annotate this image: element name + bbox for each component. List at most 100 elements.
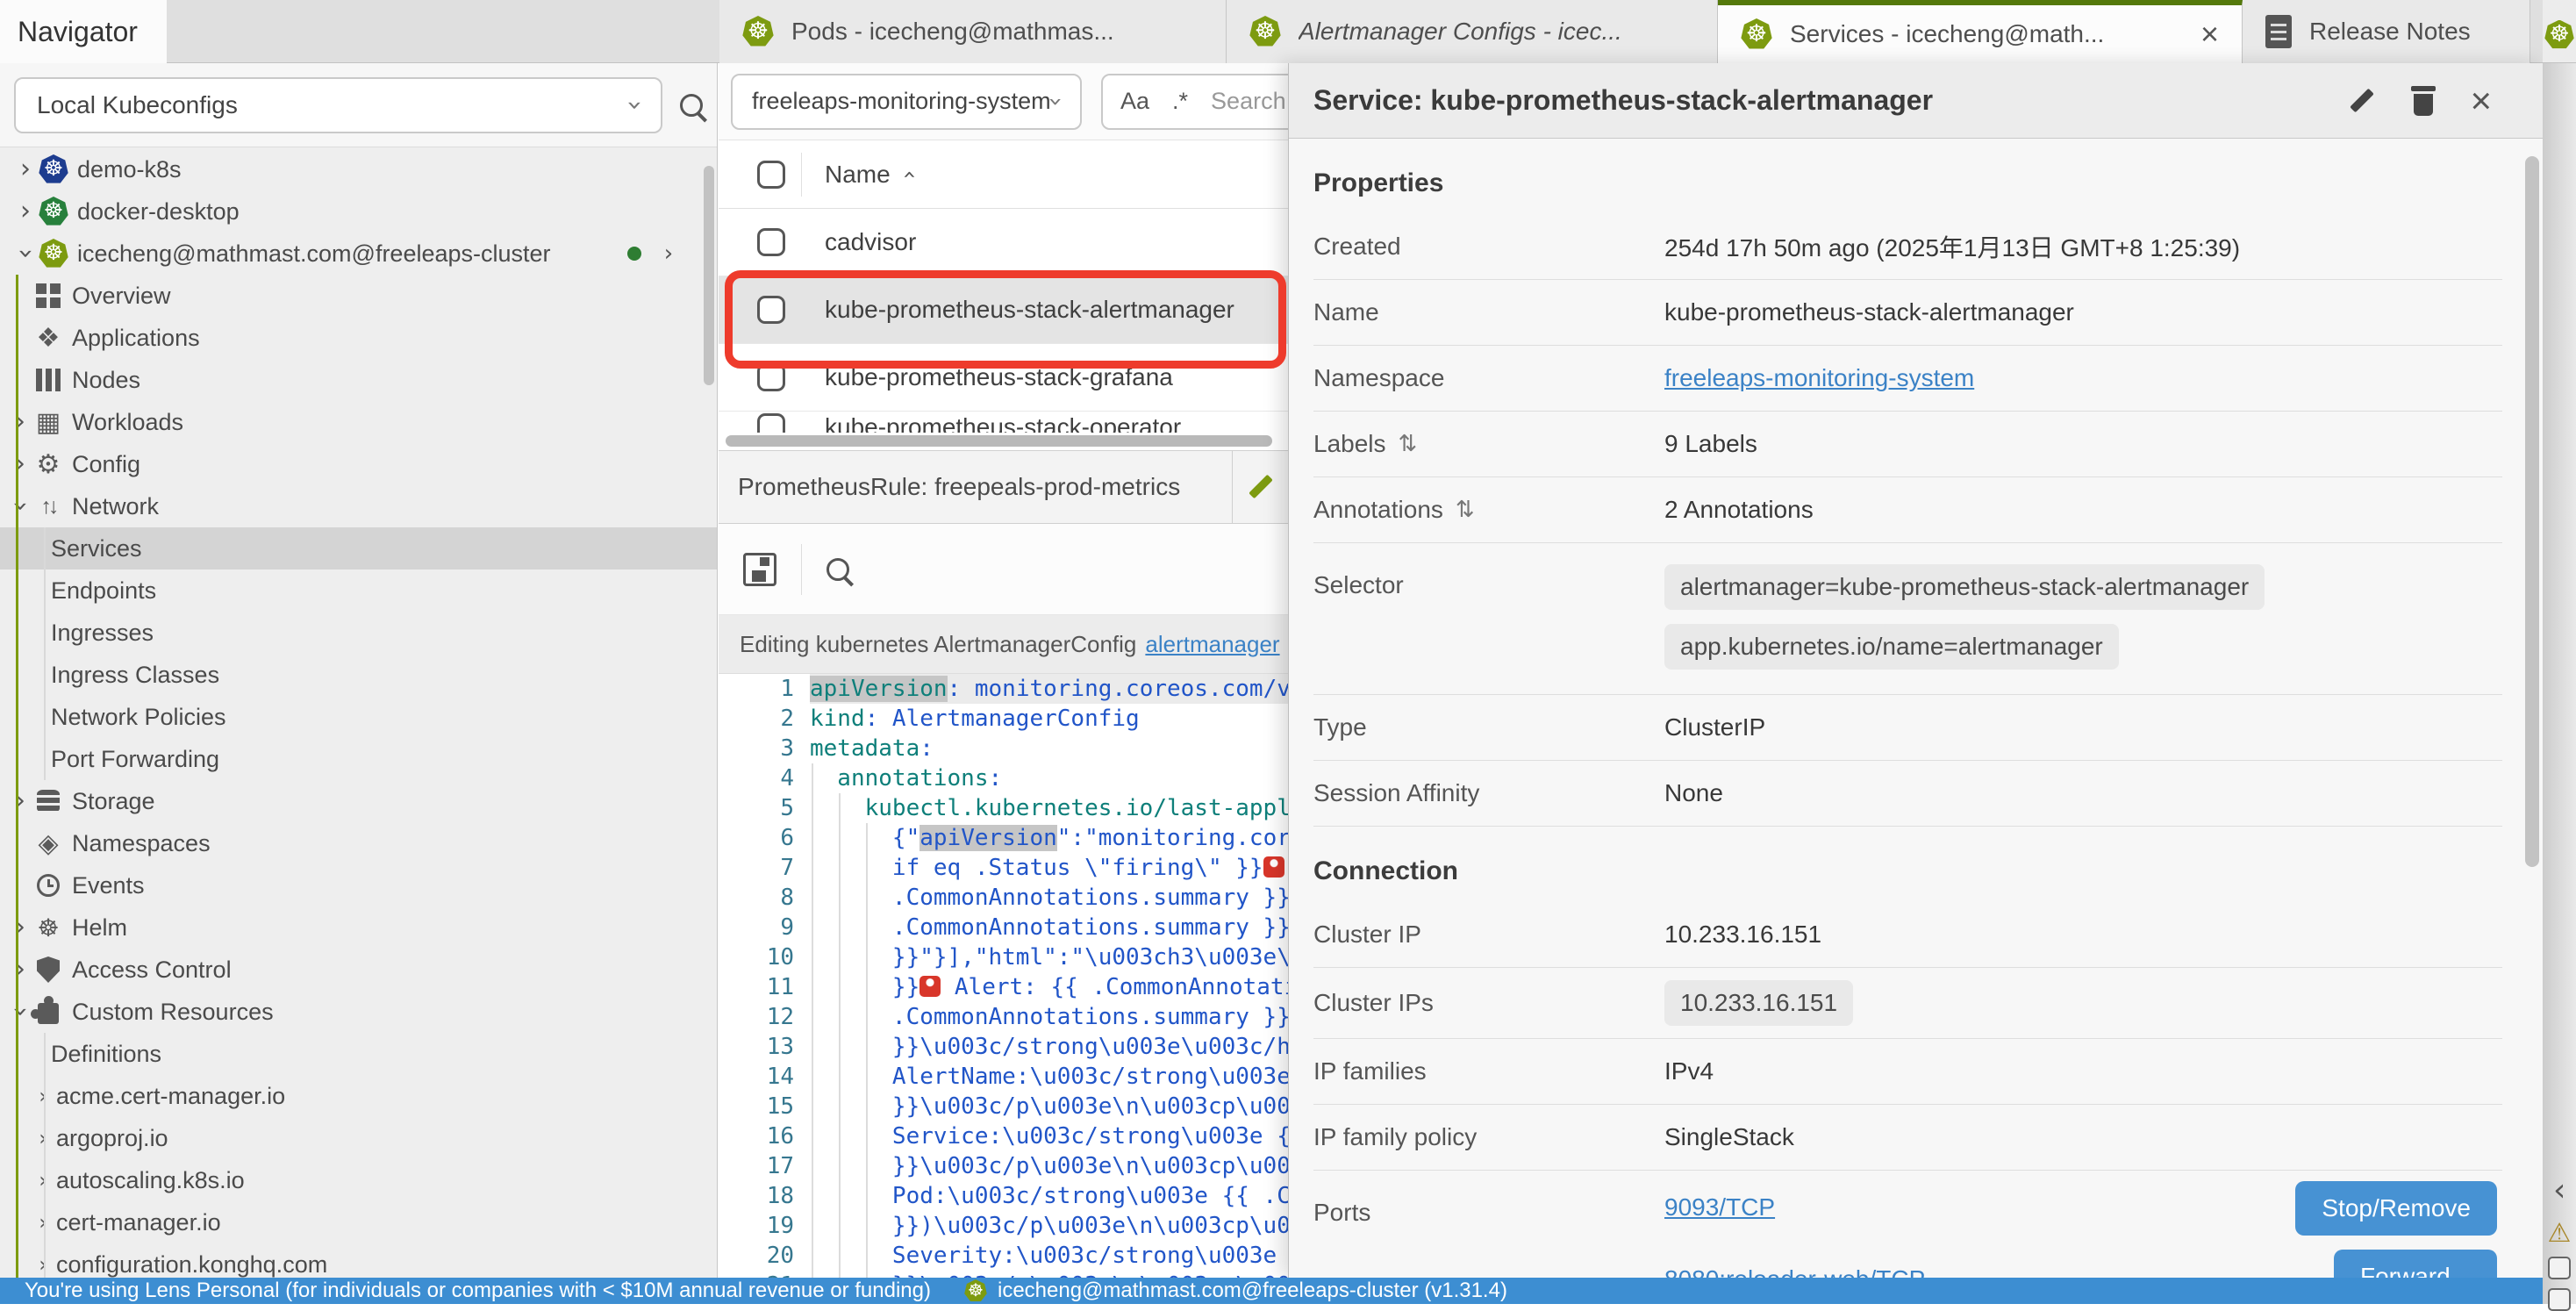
table-row-kube-prometheus-stack-grafana[interactable]: kube-prometheus-stack-grafana [719, 344, 1288, 412]
stop-remove-button[interactable]: Stop/Remove [2295, 1181, 2497, 1236]
cluster-ip-value: 10.233.16.151 [1664, 921, 1821, 949]
search-input[interactable]: Aa .* Search [1101, 74, 1288, 130]
tab-pods[interactable]: ☸Pods - icecheng@mathmas... [719, 0, 1227, 63]
chevron-down-icon[interactable]: › [7, 999, 33, 1025]
scrollbar-thumb[interactable] [704, 166, 714, 385]
editor-search-icon[interactable] [826, 558, 849, 581]
table-row-kube-prometheus-stack-alertmanager[interactable]: kube-prometheus-stack-alertmanager [719, 276, 1288, 344]
chevron-right-icon[interactable]: › [7, 451, 33, 477]
sidebar-item-acme-cert-manager-io[interactable]: ›acme.cert-manager.io [0, 1075, 717, 1117]
sidebar-item-demo-k8s[interactable]: ›☸demo-k8s [0, 148, 717, 190]
namespace-select[interactable]: freeleaps-monitoring-system › [731, 74, 1082, 130]
expand-sort-icon[interactable]: ⇅ [1456, 497, 1475, 523]
row-checkbox[interactable] [757, 363, 785, 391]
horizontal-scrollbar[interactable] [719, 433, 1288, 450]
sidebar-item-nodes[interactable]: Nodes [0, 359, 717, 401]
match-case-icon[interactable]: Aa [1120, 88, 1149, 115]
sidebar-item-docker-desktop[interactable]: ›☸docker-desktop [0, 190, 717, 233]
delete-icon[interactable] [2410, 86, 2436, 116]
sidebar-item-storage[interactable]: ›Storage [0, 780, 717, 822]
sidebar-item-namespaces[interactable]: ◈Namespaces [0, 822, 717, 864]
sidebar-item-applications[interactable]: ❖Applications [0, 317, 717, 359]
alertmanager-config-link[interactable]: alertmanager [1145, 631, 1279, 658]
row-checkbox[interactable] [757, 228, 785, 256]
sidebar-item-ingress-classes[interactable]: Ingress Classes [0, 654, 717, 696]
sidebar-item-configuration-konghq-com[interactable]: ›configuration.konghq.com [0, 1243, 717, 1278]
table-row-cadvisor[interactable]: cadvisor [719, 209, 1288, 276]
sidebar-item-network-policies[interactable]: Network Policies [0, 696, 717, 738]
panel-box-icon[interactable] [2546, 1257, 2572, 1279]
scrollbar-thumb[interactable] [726, 435, 1272, 447]
tab-release-notes[interactable]: Release Notes [2243, 0, 2530, 63]
active-cluster-status[interactable]: ☸ icecheng@mathmast.com@freeleaps-cluste… [964, 1279, 1507, 1303]
table-row-kube-prometheus-stack-operator[interactable]: kube-prometheus-stack-operator [719, 412, 1288, 433]
search-icon[interactable] [680, 94, 703, 117]
tab-services[interactable]: ☸Services - icecheng@math...× [1718, 0, 2243, 63]
sidebar-item-overview[interactable]: Overview [0, 275, 717, 317]
code-line: 16 Service:\u003c/strong\u003e { [719, 1121, 1288, 1151]
storage-icon [37, 790, 60, 813]
sidebar-item-access-control[interactable]: ›Access Control [0, 949, 717, 991]
chevron-right-icon[interactable]: › [30, 1128, 56, 1149]
navigator-panel-tab[interactable]: Navigator [0, 0, 167, 63]
column-header-name[interactable]: Name › [825, 161, 913, 189]
chevron-right-icon[interactable]: › [7, 409, 33, 435]
forward-button[interactable]: Forward... [2334, 1250, 2497, 1278]
chevron-right-icon[interactable]: › [30, 1212, 56, 1233]
scrollbar-thumb[interactable] [2525, 156, 2539, 867]
chevron-right-icon[interactable]: › [30, 1254, 56, 1275]
save-icon[interactable] [743, 553, 776, 586]
row-created: Created 254d 17h 50m ago (2025年1月13日 GMT… [1313, 214, 2502, 280]
sidebar-item-ingresses[interactable]: Ingresses [0, 612, 717, 654]
close-icon[interactable]: × [2470, 82, 2492, 119]
row-checkbox[interactable] [757, 296, 785, 324]
sidebar-item-helm[interactable]: ›☸Helm [0, 906, 717, 949]
chevron-down-icon[interactable]: › [7, 493, 33, 519]
chevron-down-icon[interactable]: › [12, 240, 39, 267]
chevron-right-icon[interactable]: › [30, 1170, 56, 1191]
editor-info-bar: Editing kubernetes AlertmanagerConfig al… [719, 615, 1288, 674]
yaml-editor[interactable]: 1apiVersion: monitoring.coreos.com/v12ki… [719, 674, 1288, 1278]
sidebar-item-freeleaps-cluster[interactable]: ›☸icecheng@mathmast.com@freeleaps-cluste… [0, 233, 717, 275]
chevron-right-icon[interactable]: › [7, 956, 33, 983]
warning-icon[interactable]: ⚠ [2546, 1218, 2572, 1249]
chevron-right-icon[interactable]: › [30, 1085, 56, 1107]
panel-box-icon[interactable] [2546, 1288, 2572, 1311]
sidebar-item-network[interactable]: ›↑↓Network [0, 485, 717, 527]
drawer-scrollbar[interactable] [2523, 147, 2539, 1269]
regex-icon[interactable]: .* [1172, 88, 1188, 115]
tab-alertmanager-configs[interactable]: ☸Alertmanager Configs - icec... [1227, 0, 1718, 63]
sidebar-item-port-forwarding[interactable]: Port Forwarding [0, 738, 717, 780]
sidebar-item-config[interactable]: ›⚙Config [0, 443, 717, 485]
sidebar-item-workloads[interactable]: ›▦Workloads [0, 401, 717, 443]
namespace-link[interactable]: freeleaps-monitoring-system [1664, 364, 1974, 391]
expand-sort-icon[interactable]: ⇅ [1399, 431, 1418, 457]
sidebar-item-services[interactable]: Services [0, 527, 717, 570]
sidebar-item-label: Nodes [72, 367, 140, 394]
close-tab-icon[interactable]: × [2200, 18, 2219, 50]
code-line: 17 }}\u003c/p\u003e\n\u003cp\u003 [719, 1151, 1288, 1181]
port-link-9093[interactable]: 9093/TCP [1664, 1193, 1925, 1221]
port-link-8080[interactable]: 8080:reloader-web/TCP [1664, 1265, 1925, 1278]
kubeconfig-select[interactable]: Local Kubeconfigs › [14, 77, 662, 133]
sidebar-item-events[interactable]: Events [0, 864, 717, 906]
sidebar-item-definitions[interactable]: Definitions [0, 1033, 717, 1075]
sidebar-item-argoproj-io[interactable]: ›argoproj.io [0, 1117, 717, 1159]
partial-tab[interactable]: ☸ [2543, 0, 2576, 63]
sidebar-item-autoscaling-k8s-io[interactable]: ›autoscaling.k8s.io [0, 1159, 717, 1201]
kubeconfig-select-row: Local Kubeconfigs › [0, 63, 717, 147]
edit-icon[interactable] [1246, 472, 1276, 502]
chevron-right-icon[interactable]: › [7, 788, 33, 814]
chevron-right-icon[interactable]: › [7, 914, 33, 941]
select-all-checkbox[interactable] [757, 161, 785, 189]
chevron-right-icon[interactable]: › [12, 198, 39, 225]
sidebar-item-cert-manager-io[interactable]: ›cert-manager.io [0, 1201, 717, 1243]
chevron-right-icon[interactable]: › [12, 156, 39, 183]
status-bar: You're using Lens Personal (for individu… [0, 1278, 2543, 1304]
sidebar-item-endpoints[interactable]: Endpoints [0, 570, 717, 612]
row-checkbox[interactable] [757, 413, 785, 433]
collapse-chevron[interactable]: › [2546, 1176, 2572, 1207]
edit-icon[interactable] [2347, 86, 2377, 116]
code-line: 2kind: AlertmanagerConfig [719, 704, 1288, 734]
sidebar-item-custom-resources[interactable]: ›Custom Resources [0, 991, 717, 1033]
